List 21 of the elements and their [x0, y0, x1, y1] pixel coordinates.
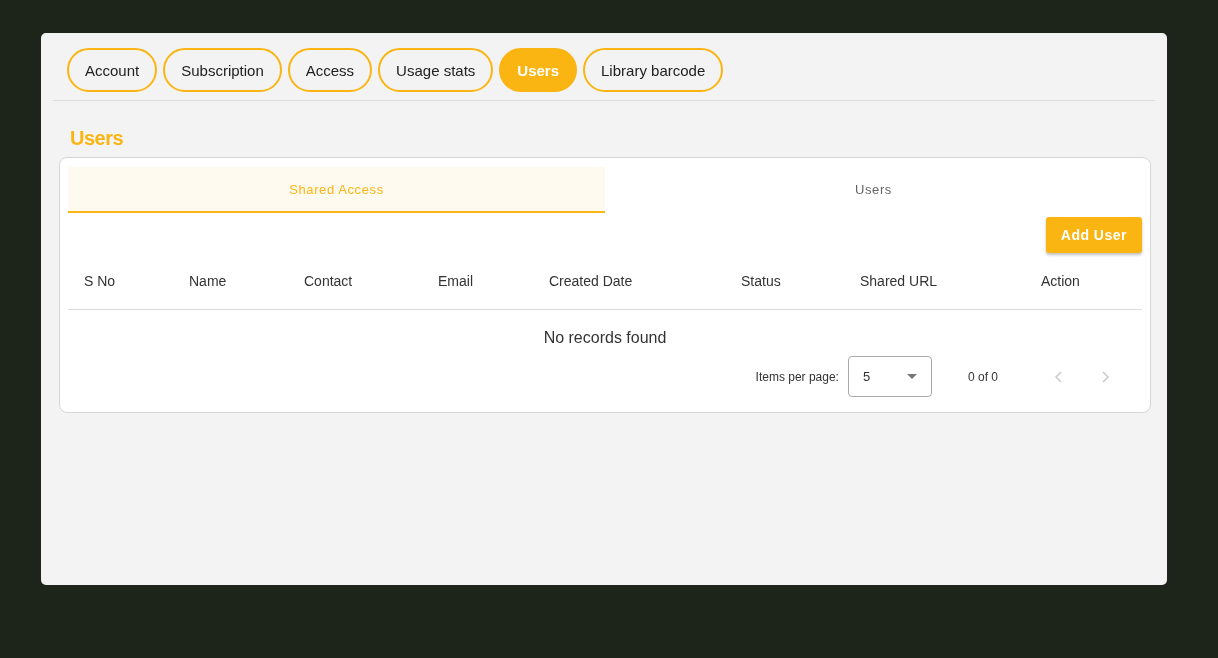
column-header: Shared URL [860, 273, 938, 289]
page-size-select[interactable]: 5 [847, 356, 932, 397]
items-per-page-label: Items per page: [755, 369, 839, 384]
column-header: Name [189, 273, 227, 289]
empty-message: No records found [543, 329, 667, 347]
tab[interactable]: Access [287, 48, 373, 92]
chevron-left-icon [1054, 370, 1062, 383]
column-header: Action [1041, 273, 1080, 289]
chevron-right-icon [1102, 370, 1110, 383]
tab[interactable]: Library barcode [583, 48, 724, 92]
tab[interactable]: Subscription [163, 48, 282, 92]
column-header: Email [438, 273, 473, 289]
column-header: Contact [304, 273, 353, 289]
tab[interactable]: Account [67, 48, 158, 92]
section-heading: Users [70, 127, 125, 149]
page-range: 0 of 0 [967, 369, 998, 384]
caret-icon [906, 374, 917, 379]
column-header: S No [84, 273, 116, 289]
column-header: Created Date [549, 273, 633, 289]
tab[interactable]: Usage stats [378, 48, 494, 92]
column-header: Status [741, 273, 781, 289]
